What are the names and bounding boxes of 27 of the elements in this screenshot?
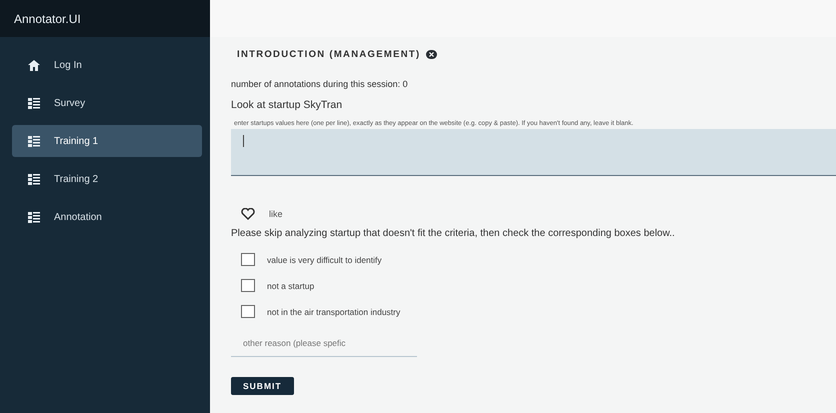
nav-item[interactable]: Survey xyxy=(12,87,202,119)
other-reason-field[interactable]: other reason (please spefic xyxy=(231,330,417,357)
checkbox[interactable] xyxy=(241,305,255,318)
home-icon xyxy=(28,60,40,70)
annotation-count: number of annotations during this session: 0 xyxy=(231,79,409,89)
checkbox-label: not in the air transportation industry xyxy=(267,306,400,316)
section-title: INTRODUCTION (MANAGEMENT) xyxy=(237,49,420,60)
instruction-text: Please skip analyzing startup that doesn't fit the criteria, then check the corresponding boxes below.. xyxy=(231,228,676,239)
checkbox-label: not a startup xyxy=(267,280,314,290)
startup-prompt: Look at startup SkyTran xyxy=(231,99,344,111)
nav-item[interactable]: Training 1 xyxy=(12,125,202,157)
nav-item[interactable]: Log In xyxy=(12,49,202,81)
submit-button[interactable]: SUBMIT xyxy=(231,377,294,395)
list-icon xyxy=(28,174,40,184)
list-icon xyxy=(28,212,40,222)
like-label: like xyxy=(269,209,283,219)
nav-item[interactable]: Annotation xyxy=(12,201,202,233)
list-icon xyxy=(28,98,40,108)
app-title: Annotator.UI xyxy=(14,12,81,26)
checkbox[interactable] xyxy=(241,279,255,292)
list-icon xyxy=(28,136,40,146)
close-icon[interactable] xyxy=(426,50,438,59)
checkbox-label: value is very difficult to identify xyxy=(267,254,382,264)
checkbox[interactable] xyxy=(241,253,255,266)
heart-icon[interactable] xyxy=(241,208,255,220)
nav-item[interactable]: Training 2 xyxy=(12,163,202,195)
values-textarea[interactable] xyxy=(231,129,836,176)
